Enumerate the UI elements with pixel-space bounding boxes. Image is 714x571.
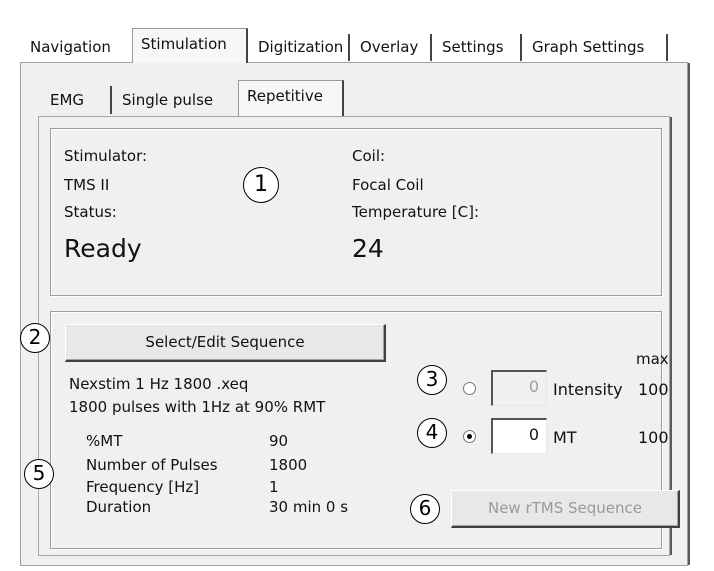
callout-5: 5 <box>24 459 54 489</box>
param-value-mt: 90 <box>269 432 289 450</box>
tab-stimulation[interactable]: Stimulation <box>132 28 248 63</box>
mt-input[interactable]: 0 <box>491 418 547 454</box>
callout-3: 3 <box>417 365 447 395</box>
callout-1: 1 <box>243 167 279 203</box>
subtab-emg[interactable]: EMG <box>42 86 112 114</box>
stimulator-label: Stimulator: <box>64 147 148 165</box>
status-label: Status: <box>64 203 117 221</box>
tab-overlay[interactable]: Overlay <box>352 34 432 61</box>
callout-4: 4 <box>417 418 447 448</box>
tab-settings[interactable]: Settings <box>434 34 522 61</box>
select-edit-sequence-button[interactable]: Select/Edit Sequence <box>65 324 386 362</box>
callout-2: 2 <box>20 323 50 353</box>
intensity-radio[interactable] <box>463 382 476 395</box>
sequence-name: Nexstim 1 Hz 1800 .xeq <box>69 375 249 393</box>
param-name-frequency: Frequency [Hz] <box>86 478 200 496</box>
mt-radio[interactable] <box>463 430 476 443</box>
temperature-value: 24 <box>352 234 384 263</box>
intensity-input[interactable]: 0 <box>491 370 547 406</box>
subtab-repetitive[interactable]: Repetitive <box>238 80 344 116</box>
tab-digitization[interactable]: Digitization <box>250 34 350 61</box>
callout-6: 6 <box>410 494 440 524</box>
new-rtms-sequence-button[interactable]: New rTMS Sequence <box>451 490 680 528</box>
param-value-pulses: 1800 <box>269 456 308 474</box>
stimulator-value: TMS II <box>64 176 110 194</box>
param-name-pulses: Number of Pulses <box>86 456 218 474</box>
mt-max: 100 <box>638 428 669 447</box>
tab-navigation[interactable]: Navigation <box>22 34 132 61</box>
coil-label: Coil: <box>352 147 386 165</box>
sequence-description: 1800 pulses with 1Hz at 90% RMT <box>69 398 326 416</box>
intensity-label: Intensity <box>553 380 623 399</box>
temperature-label: Temperature [C]: <box>352 203 480 221</box>
tab-graph-settings[interactable]: Graph Settings <box>524 34 668 61</box>
mt-label: MT <box>553 428 577 447</box>
param-value-duration: 30 min 0 s <box>269 498 349 516</box>
param-name-mt: %MT <box>86 432 123 450</box>
subtab-single-pulse[interactable]: Single pulse <box>114 86 236 114</box>
status-value: Ready <box>64 234 142 263</box>
coil-value: Focal Coil <box>352 176 424 194</box>
intensity-max: 100 <box>638 380 669 399</box>
param-value-frequency: 1 <box>269 478 279 496</box>
max-label: max <box>636 350 669 368</box>
param-name-duration: Duration <box>86 498 152 516</box>
